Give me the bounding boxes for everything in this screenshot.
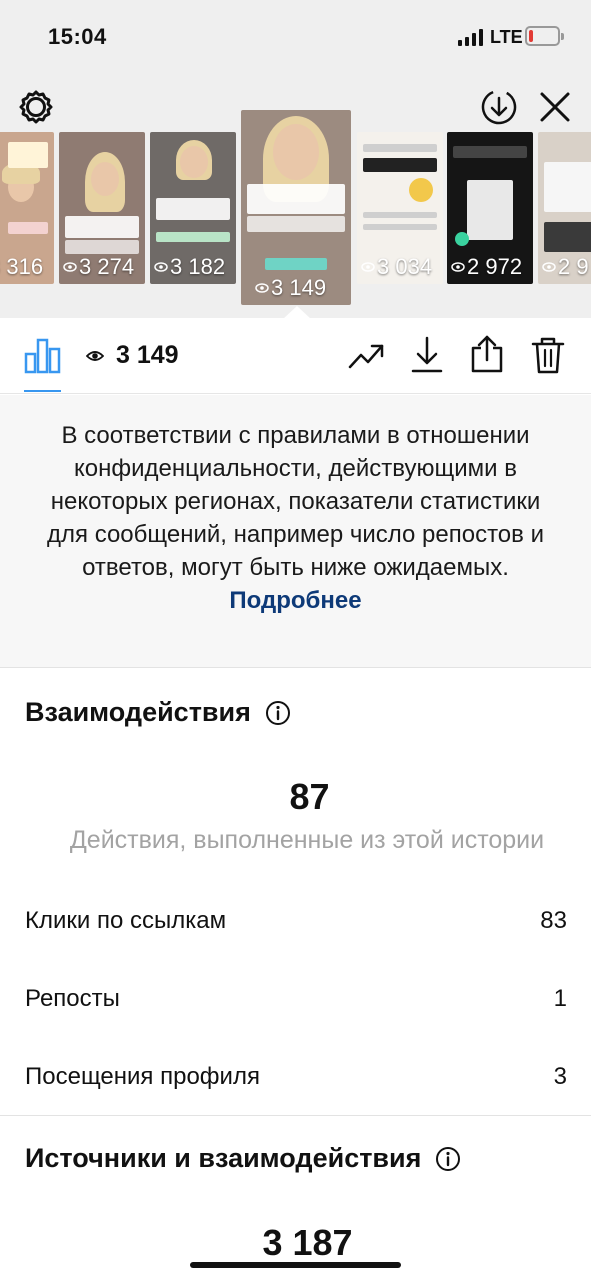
privacy-notice-text: В соответствии с правилами в отношении к… [47, 422, 544, 614]
stat-label: Клики по ссылкам [25, 907, 227, 934]
eye-icon [361, 262, 375, 272]
thumbnail-views: 3 274 [63, 254, 134, 280]
stat-row: Клики по ссылкам 83 [25, 907, 567, 935]
privacy-notice: В соответствии с правилами в отношении к… [0, 395, 591, 668]
info-icon[interactable] [265, 700, 291, 726]
active-tab-indicator [24, 390, 61, 392]
stat-value: 83 [540, 907, 567, 934]
story-thumbnail[interactable]: 3 316 [0, 132, 54, 284]
eye-icon [154, 262, 168, 272]
stat-row: Репосты 1 [25, 985, 567, 1013]
stat-value: 3 [553, 1063, 567, 1090]
stat-row: Посещения профиля 3 [25, 1063, 567, 1091]
story-thumbnail-selected[interactable]: 3 149 [241, 110, 351, 305]
signal-icon [458, 28, 483, 46]
eye-icon [86, 351, 104, 361]
section-divider [0, 1115, 591, 1116]
network-label: LTE [490, 27, 523, 47]
thumbnail-views: 3 034 [361, 254, 432, 280]
download-icon[interactable] [410, 336, 444, 374]
interactions-section-title: Взаимодействия [25, 697, 291, 728]
trash-icon[interactable] [530, 335, 566, 375]
thumbnail-views: 2 972 [451, 254, 522, 280]
interactions-caption: Действия, выполненные из этой истории [69, 826, 545, 854]
stat-value: 1 [553, 985, 567, 1012]
thumbnail-views: 3 316 [0, 254, 44, 279]
stat-label: Посещения профиля [25, 1063, 260, 1090]
status-bar: 15:04 LTE [0, 0, 591, 70]
views-count: 3 149 [116, 341, 179, 369]
eye-icon [451, 262, 465, 272]
share-icon[interactable] [470, 334, 504, 374]
story-toolbar: 3 149 [0, 318, 591, 394]
stats-icon[interactable] [24, 338, 61, 374]
eye-icon [255, 283, 269, 293]
home-indicator [190, 1262, 401, 1268]
story-thumbnail[interactable]: 3 034 [357, 132, 443, 284]
story-thumbnail[interactable]: 2 972 [447, 132, 533, 284]
stories-header: 15:04 LTE 3 316 [0, 0, 591, 319]
discovery-total: 3 187 [262, 1222, 353, 1263]
thumbnail-views: 2 9 [542, 254, 589, 280]
eye-icon [542, 262, 556, 272]
story-thumbnail[interactable]: 2 9 [538, 132, 591, 284]
thumbnail-views: 3 182 [154, 254, 225, 280]
story-thumbnail[interactable]: 3 182 [150, 132, 236, 284]
story-thumbnails: 3 316 3 274 3 182 [0, 110, 591, 310]
discovery-section-title: Источники и взаимодействия [25, 1143, 461, 1174]
thumbnail-views: 3 149 [255, 275, 326, 301]
info-icon[interactable] [435, 1146, 461, 1172]
status-time: 15:04 [48, 24, 107, 49]
trending-icon[interactable] [348, 340, 386, 372]
learn-more-link[interactable]: Подробнее [229, 587, 361, 614]
battery-icon [525, 26, 564, 46]
eye-icon [63, 262, 77, 272]
story-thumbnail[interactable]: 3 274 [59, 132, 145, 284]
stat-label: Репосты [25, 985, 120, 1012]
interactions-total: 87 [289, 776, 330, 817]
